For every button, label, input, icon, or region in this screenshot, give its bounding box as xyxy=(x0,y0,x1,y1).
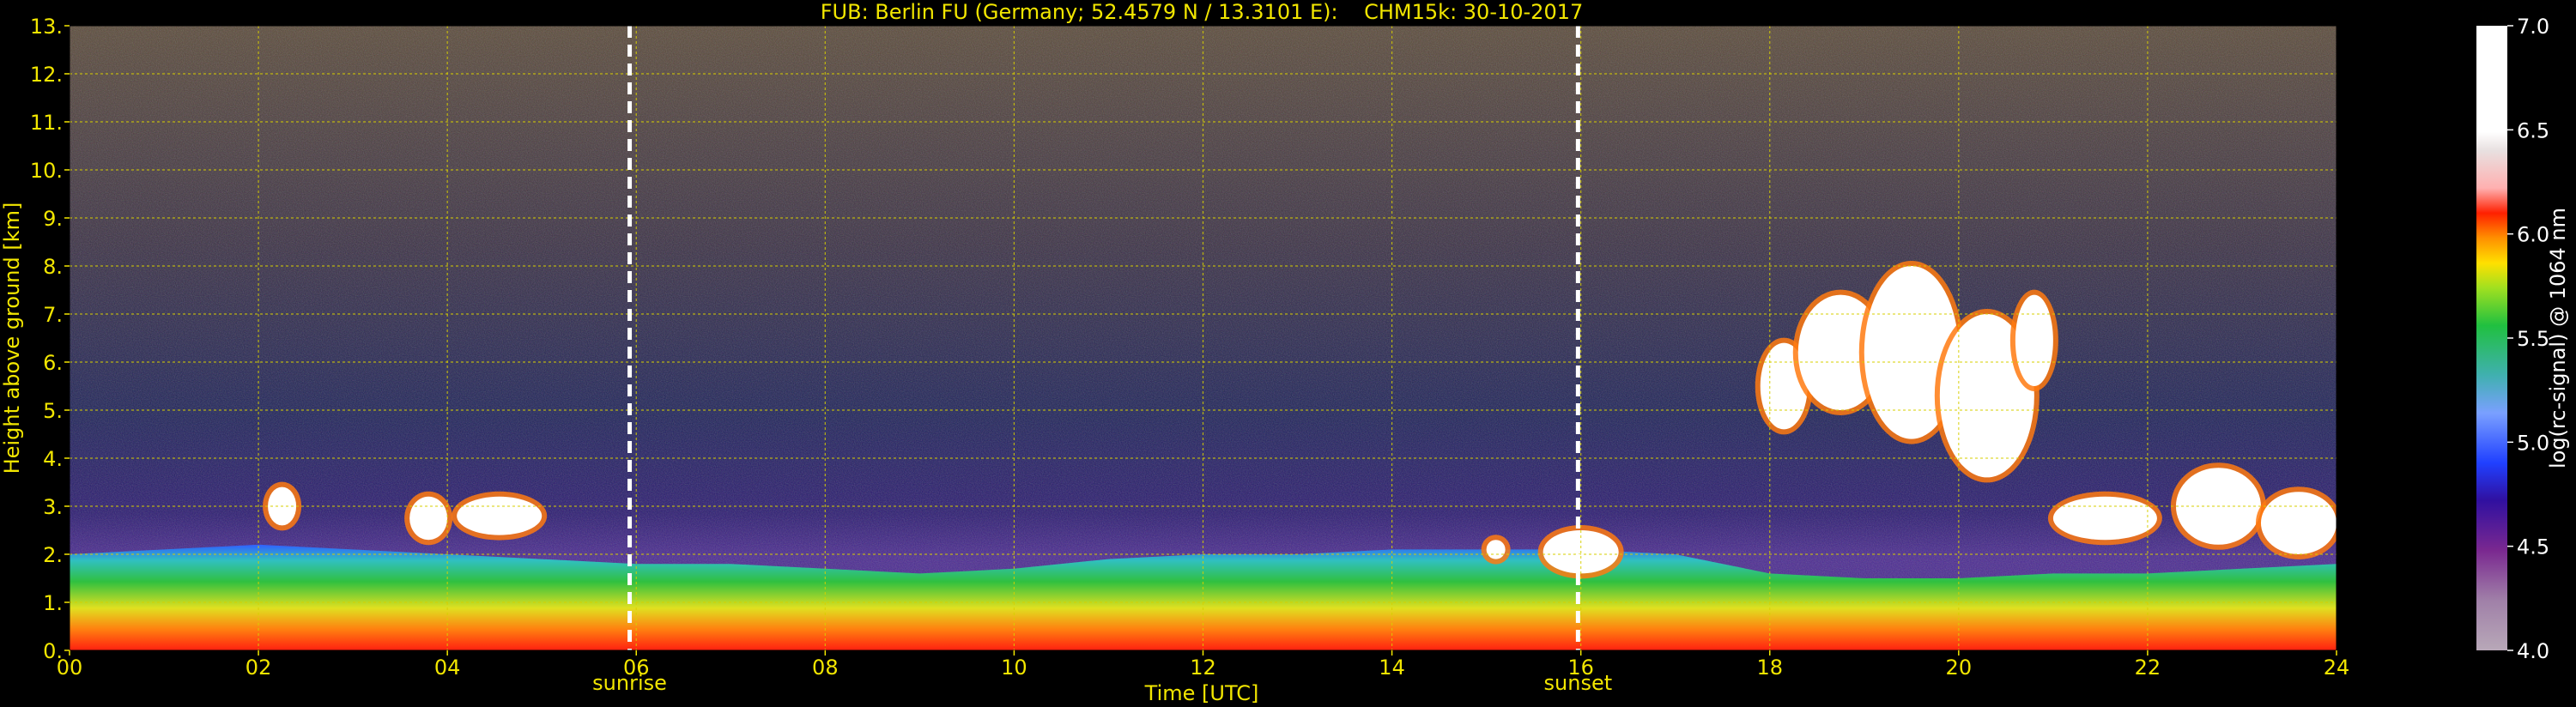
colorbar-tick-label: 7.0 xyxy=(2517,15,2549,39)
x-tick-label: 04 xyxy=(434,656,461,680)
y-tick-label: 4. xyxy=(43,447,63,471)
cloud-core xyxy=(457,496,542,535)
y-tick-label: 10. xyxy=(30,159,63,183)
x-tick-label: 02 xyxy=(245,656,272,680)
x-tick-label: 22 xyxy=(2135,656,2161,680)
cloud-core xyxy=(2260,492,2337,554)
x-tick-label: 14 xyxy=(1379,656,1405,680)
y-tick-label: 9. xyxy=(43,207,63,231)
cloud-core xyxy=(2052,496,2157,541)
x-tick-label: 10 xyxy=(1001,656,1027,680)
colorbar-tick-label: 6.5 xyxy=(2517,118,2549,142)
x-tick-label: 06 xyxy=(623,656,650,680)
y-tick-label: 13. xyxy=(30,15,63,39)
y-tick-label: 12. xyxy=(30,63,63,87)
y-tick-label: 11. xyxy=(30,111,63,135)
cloud-core xyxy=(2015,294,2053,386)
y-tick-labels: 0. 1. 2. 3. 4. 5. 6. 7. 8. 9. 10. 11. 12. 13. xyxy=(30,15,70,663)
colorbar-tick-label: 4.5 xyxy=(2517,535,2549,559)
y-tick-label: 1. xyxy=(43,591,63,615)
colorbar-tick-label: 4.0 xyxy=(2517,639,2549,663)
chart-title: FUB: Berlin FU (Germany; 52.4579 N / 13.… xyxy=(821,0,1584,24)
colorbar-gradient xyxy=(2476,26,2507,650)
colorbar-tick-label: 6.0 xyxy=(2517,223,2549,247)
y-tick-label: 5. xyxy=(43,399,63,423)
x-tick-label: 18 xyxy=(1756,656,1783,680)
x-tick-label: 08 xyxy=(812,656,839,680)
colorbar: 4.0 4.5 5.0 5.5 6.0 6.5 7.0 log(rc-signal) @ 1… xyxy=(2476,15,2570,663)
colorbar-label: log(rc-signal) @ 1064 nm xyxy=(2546,208,2570,468)
y-tick-label: 3. xyxy=(43,495,63,519)
y-axis-label: Height above ground [km] xyxy=(0,202,24,474)
colorbar-tick-label: 5.0 xyxy=(2517,431,2549,455)
x-tick-labels: 00 02 04 06 08 10 12 14 16 18 20 22 24 xyxy=(57,650,2350,680)
y-tick-label: 6. xyxy=(43,351,63,375)
plot-area xyxy=(70,26,2337,650)
x-axis-label: Time [UTC] xyxy=(1144,681,1259,705)
cloud-core xyxy=(1486,540,1506,559)
x-tick-label: 16 xyxy=(1567,656,1594,680)
y-tick-label: 2. xyxy=(43,543,63,567)
x-tick-label: 20 xyxy=(1946,656,1973,680)
x-tick-label: 12 xyxy=(1190,656,1216,680)
cloud-core xyxy=(409,496,448,541)
colorbar-tick-label: 5.5 xyxy=(2517,327,2549,351)
x-tick-label: 24 xyxy=(2324,656,2350,680)
y-tick-label: 7. xyxy=(43,303,63,327)
lidar-chart: sunrise sunset 00 02 04 06 08 10 12 14 16 18 20 22 24… xyxy=(0,0,2570,705)
colorbar-ticks: 4.0 4.5 5.0 5.5 6.0 6.5 7.0 xyxy=(2507,15,2549,663)
y-tick-label: 8. xyxy=(43,255,63,279)
y-tick-label: 0. xyxy=(43,639,63,663)
